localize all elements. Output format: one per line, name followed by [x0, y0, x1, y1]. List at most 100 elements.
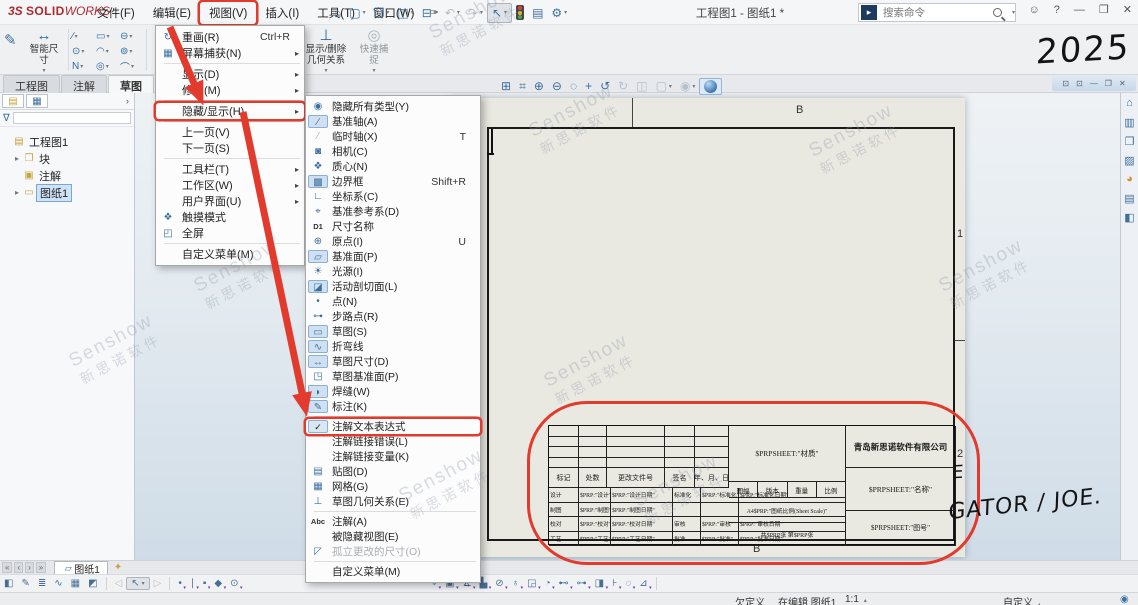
filter-pie-icon[interactable]: ◔ [541, 578, 555, 589]
design-library-icon[interactable]: ▥ [1124, 116, 1134, 135]
search-input[interactable] [881, 6, 993, 20]
submenu-origins[interactable]: ⊕原点(I)U [306, 234, 480, 249]
tree-item-sheet1[interactable]: ▸▭图纸1 [0, 184, 134, 201]
feature-tree-tab-icon[interactable]: ▤ [2, 94, 24, 108]
new-document-icon-caret[interactable]: ▾ [363, 9, 366, 16]
menu-previous-page[interactable]: 上一页(V) [156, 124, 304, 140]
zoom-out-icon[interactable]: ⊖ [548, 78, 566, 94]
open-icon[interactable]: ❒▾ [370, 4, 394, 22]
undo-icon[interactable]: ↶▾ [441, 4, 464, 22]
filter-balloon-icon[interactable]: ♁ [508, 578, 524, 589]
menu-redraw[interactable]: ↻重画(R)Ctrl+R [156, 29, 304, 45]
select-icon-caret[interactable]: ▾ [504, 9, 507, 16]
layer-properties-icon[interactable]: ◧ [0, 578, 17, 589]
power-select-icon[interactable]: ◁ [111, 578, 127, 589]
status-custom[interactable]: 自定义 ▴ [1003, 594, 1041, 605]
submenu-weld-beads[interactable]: ◗焊缝(W) [306, 384, 480, 399]
menu-view[interactable]: 视图(V) [200, 2, 256, 24]
tab-草图[interactable]: 草图 [108, 75, 154, 93]
file-properties-icon[interactable]: ▤ [528, 4, 547, 22]
color-display-mode-icon[interactable]: ◩ [84, 578, 101, 589]
submenu-customize[interactable]: 自定义菜单(M) [306, 564, 480, 579]
sketch-tool-icon[interactable]: ⊖▾ [120, 29, 144, 44]
first-sheet-icon[interactable]: « [2, 562, 12, 573]
filter-solid-bodies-icon[interactable]: ◆ [210, 578, 226, 589]
menu-next-page[interactable]: 下一页(S) [156, 140, 304, 156]
options-icon[interactable]: ⚙▾ [547, 4, 571, 22]
sketch-tool-icon[interactable]: ⊚▾ [120, 44, 144, 59]
menu-user-interface[interactable]: 用户界面(U)▸ [156, 193, 304, 209]
menu-hide-show[interactable]: 隐藏/显示(H)▸ [156, 103, 304, 119]
open-icon-caret[interactable]: ▾ [386, 9, 389, 16]
submenu-sketches[interactable]: ▭草图(S) [306, 324, 480, 339]
sketch-tool-icon[interactable]: ⊙▾ [72, 44, 96, 59]
submenu-lights[interactable]: ☀光源(I) [306, 264, 480, 279]
sketch-tool-icon[interactable]: ▭▾ [96, 29, 120, 44]
submenu-bend-lines[interactable]: ∿折弯线 [306, 339, 480, 354]
3d-drawing-view-icon[interactable]: ↻ [614, 78, 632, 94]
zoom-selection-icon[interactable]: ◌ [566, 78, 581, 94]
menu-touch-mode[interactable]: ❖触摸模式 [156, 209, 304, 225]
filter-point-icon[interactable]: ◌ [621, 578, 635, 589]
redo-icon-caret[interactable]: ▾ [480, 9, 483, 16]
menu-workspace[interactable]: 工作区(W)▸ [156, 177, 304, 193]
filter-edges-icon[interactable]: ∣ [186, 578, 199, 589]
appearances-icon[interactable]: ◕ [1126, 173, 1133, 192]
solidworks-forum-icon[interactable]: ◧ [1124, 211, 1134, 230]
sketch-tool-caret[interactable]: ▾ [131, 63, 134, 70]
submenu-hidden-views[interactable]: 被隐藏视图(E) [306, 529, 480, 544]
smart-dimension-button[interactable]: ↔ 智能尺 寸 ▾ [22, 28, 66, 77]
submenu-center-of-mass[interactable]: ❖质心(N) [306, 159, 480, 174]
filter-faces-icon[interactable]: ▪ [199, 578, 211, 589]
prev-sheet-icon[interactable]: ‹ [14, 562, 23, 573]
command-search[interactable]: ▸ ▾ [858, 3, 1016, 22]
submenu-datum-reference-frames[interactable]: ⌖基准参考系(D) [306, 204, 480, 219]
section-view-icon[interactable]: ◫ [632, 78, 651, 94]
submenu-sketch-planes[interactable]: ◳草图基准面(P) [306, 369, 480, 384]
rebuild-icon[interactable] [512, 3, 528, 22]
quick-snaps-button[interactable]: ◎ 快速捕 捉 ▾ [352, 28, 396, 77]
menu-edit[interactable]: 编辑(E) [144, 2, 200, 24]
submenu-grid[interactable]: ▦网格(G) [306, 479, 480, 494]
filter-axes-icon[interactable]: ⊙ [226, 578, 242, 589]
status-scale[interactable]: 1:1 ▴ [845, 594, 867, 605]
property-manager-tab-icon[interactable]: ▦ [26, 94, 48, 108]
hide-edge-icon[interactable]: ▦ [67, 578, 84, 589]
minimize-icon[interactable]: — [1074, 4, 1085, 16]
panel-expand-icon[interactable]: › [126, 96, 132, 106]
doc-restore-icon[interactable]: ❐ [1105, 79, 1112, 88]
submenu-dimension-names[interactable]: D1尺寸名称 [306, 219, 480, 234]
display-style-icon[interactable]: ▢▾ [652, 78, 676, 94]
submenu-annotation-link-errors[interactable]: 注解链接错误(L) [306, 434, 480, 449]
tab-工程图[interactable]: 工程图 [3, 75, 60, 93]
doc-minimize-icon[interactable]: — [1090, 79, 1098, 88]
zoom-in-icon[interactable]: ⊕ [530, 78, 548, 94]
tab-注解[interactable]: 注解 [61, 75, 107, 93]
quick-snaps-caret-icon[interactable]: ▾ [372, 66, 375, 77]
line-thickness-icon[interactable]: ≣ [34, 578, 50, 589]
restore-icon[interactable]: ❐ [1099, 3, 1109, 16]
menu-display[interactable]: 显示(D)▸ [156, 66, 304, 82]
rotate-view-icon[interactable]: ↺ [596, 78, 614, 94]
expand-arrow-icon[interactable]: ▸ [12, 154, 22, 163]
sketch-tool-icon[interactable]: ∕▾ [72, 29, 96, 44]
sketch-tool-caret[interactable]: ▾ [106, 48, 109, 55]
file-explorer-icon[interactable]: ❒ [1125, 135, 1135, 154]
display-delete-relations-button[interactable]: ⊥ 显示/删除 几何关系 ▾ [300, 28, 352, 77]
search-icon[interactable] [993, 8, 1002, 17]
line-color-icon[interactable]: ✎ [17, 578, 33, 589]
submenu-annotation-text-expression[interactable]: ✓注解文本表达式 [306, 419, 480, 434]
submenu-bounding-box[interactable]: ▩边界框Shift+R [306, 174, 480, 189]
lasso-select-icon[interactable]: ▷ [150, 578, 166, 589]
submenu-annotations[interactable]: Abc注解(A) [306, 514, 480, 529]
menu-toolbars[interactable]: 工具栏(T)▸ [156, 161, 304, 177]
view-palette-icon[interactable]: ▨ [1124, 154, 1134, 173]
submenu-routing-points[interactable]: ⊶步路点(R) [306, 309, 480, 324]
sketch-tool-icon[interactable]: ◠▾ [96, 44, 120, 59]
filter-weld-icon[interactable]: ⊿ [635, 578, 651, 589]
filter-note-icon[interactable]: ⊘ [491, 578, 507, 589]
home-icon[interactable]: ⌂ [330, 4, 345, 22]
sketch-tool-caret[interactable]: ▾ [80, 63, 83, 70]
edit-appearance-icon[interactable] [699, 78, 722, 95]
select-tool-icon-caret[interactable]: ▾ [142, 580, 145, 587]
